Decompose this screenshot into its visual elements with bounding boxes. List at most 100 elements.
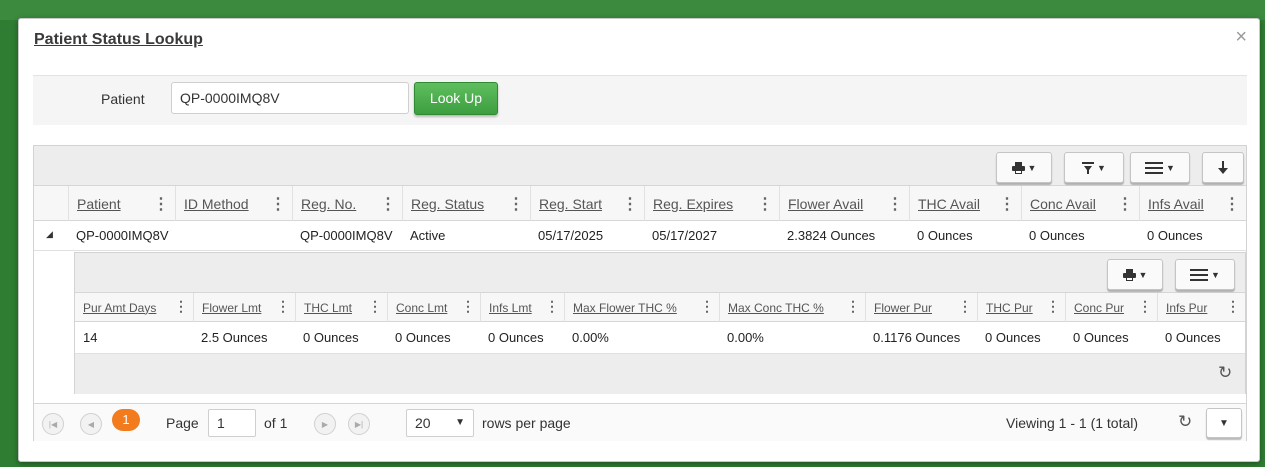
print-button[interactable]: ▼ — [996, 152, 1052, 183]
column-header-max-conc-thc[interactable]: Max Conc THC % ⋮ — [719, 293, 865, 322]
column-header-infs-lmt[interactable]: Infs Lmt ⋮ — [480, 293, 564, 322]
cell-reg-no: QP-0000IMQ8V — [300, 228, 393, 243]
cell-max-flower-thc: 0.00% — [572, 330, 609, 345]
look-up-button[interactable]: Look Up — [414, 82, 498, 115]
cell-infs-avail: 0 Ounces — [1147, 228, 1203, 243]
subgrid-columns-menu-button[interactable]: ▼ — [1175, 259, 1235, 290]
refresh-icon[interactable]: ↻ — [1178, 412, 1192, 432]
column-header-infs-avail[interactable]: Infs Avail ⋮ — [1139, 186, 1246, 221]
column-menu-icon[interactable]: ⋮ — [622, 194, 638, 214]
cell-max-conc-thc: 0.00% — [727, 330, 764, 345]
column-menu-icon[interactable]: ⋮ — [276, 298, 290, 315]
column-menu-icon[interactable]: ⋮ — [846, 298, 860, 315]
filter-button[interactable]: ▼ — [1064, 152, 1124, 183]
column-header-pur-amt-days[interactable]: Pur Amt Days ⋮ — [75, 293, 193, 322]
column-header-max-flower-thc[interactable]: Max Flower THC % ⋮ — [564, 293, 719, 322]
filter-icon — [1082, 161, 1095, 174]
cell-flower-lmt: 2.5 Ounces — [201, 330, 268, 345]
collapse-row-icon[interactable]: ◢ — [46, 229, 53, 240]
column-menu-icon[interactable]: ⋮ — [1117, 194, 1133, 214]
column-menu-icon[interactable]: ⋮ — [508, 194, 524, 214]
column-menu-icon[interactable]: ⋮ — [380, 194, 396, 214]
cell-reg-start: 05/17/2025 — [538, 228, 604, 243]
column-header-conc-avail[interactable]: Conc Avail ⋮ — [1021, 186, 1139, 221]
background-app-strip — [0, 0, 1265, 20]
column-header-reg-expires[interactable]: Reg. Expires ⋮ — [644, 186, 779, 221]
column-header-reg-no[interactable]: Reg. No. ⋮ — [292, 186, 402, 221]
column-menu-icon[interactable]: ⋮ — [1226, 298, 1240, 315]
download-icon — [1218, 161, 1228, 174]
table-row[interactable]: ◢ QP-0000IMQ8V QP-0000IMQ8V Active 05/17… — [34, 221, 1246, 251]
subgrid-header-row: Pur Amt Days ⋮ Flower Lmt ⋮ THC Lmt ⋮ Conc … — [75, 293, 1245, 322]
column-header-flower-lmt[interactable]: Flower Lmt ⋮ — [193, 293, 295, 322]
column-menu-icon[interactable]: ⋮ — [270, 194, 286, 214]
column-menu-icon[interactable]: ⋮ — [1046, 298, 1060, 315]
subgrid-print-button[interactable]: ▼ — [1107, 259, 1163, 290]
dialog-title: Patient Status Lookup — [34, 31, 203, 48]
column-header-id-method[interactable]: ID Method ⋮ — [175, 186, 292, 221]
chevron-down-icon: ▼ — [1027, 162, 1037, 173]
first-page-icon[interactable]: |◀ — [42, 413, 64, 435]
column-menu-icon[interactable]: ⋮ — [887, 194, 903, 214]
column-menu-icon[interactable]: ⋮ — [999, 194, 1015, 214]
previous-page-icon[interactable]: ◀ — [80, 413, 102, 435]
column-menu-icon[interactable]: ⋮ — [958, 298, 972, 315]
subgrid-footer: ↻ — [75, 354, 1245, 394]
column-header-flower-avail[interactable]: Flower Avail ⋮ — [779, 186, 909, 221]
column-header-flower-pur[interactable]: Flower Pur ⋮ — [865, 293, 977, 322]
viewing-count-text: Viewing 1 - 1 (1 total) — [1006, 415, 1139, 431]
page-number-input[interactable]: 1 — [208, 409, 256, 437]
close-icon[interactable]: × — [1235, 27, 1247, 47]
cell-thc-lmt: 0 Ounces — [303, 330, 359, 345]
printer-icon — [1011, 161, 1025, 174]
column-header-thc-lmt[interactable]: THC Lmt ⋮ — [295, 293, 387, 322]
column-header-thc-pur[interactable]: THC Pur ⋮ — [977, 293, 1065, 322]
column-menu-icon[interactable]: ⋮ — [700, 298, 714, 315]
column-menu-icon[interactable]: ⋮ — [1224, 194, 1240, 214]
column-menu-icon[interactable]: ⋮ — [174, 298, 188, 315]
column-header-patient[interactable]: Patient ⋮ — [68, 186, 175, 221]
column-header-conc-pur[interactable]: Conc Pur ⋮ — [1065, 293, 1157, 322]
columns-menu-icon — [1190, 268, 1209, 281]
column-menu-icon[interactable]: ⋮ — [757, 194, 773, 214]
cell-id-method — [175, 221, 183, 251]
chevron-down-icon: ▼ — [1138, 269, 1148, 280]
cell-infs-lmt: 0 Ounces — [488, 330, 544, 345]
table-row[interactable]: 14 2.5 Ounces 0 Ounces 0 Ounces 0 Ounces… — [75, 322, 1245, 354]
cell-pur-amt-days: 14 — [83, 330, 98, 345]
cell-thc-avail: 0 Ounces — [917, 228, 973, 243]
cell-conc-pur: 0 Ounces — [1073, 330, 1129, 345]
download-button[interactable] — [1202, 152, 1244, 183]
column-menu-icon[interactable]: ⋮ — [368, 298, 382, 315]
last-page-icon[interactable]: ▶| — [348, 413, 370, 435]
grid-header-row: Patient ⋮ ID Method ⋮ Reg. No. ⋮ Reg. Statu… — [34, 186, 1246, 221]
pagination-bar: |◀ ◀ 1 Page 1 of 1 ▶ ▶| 20 ▼ rows per pa… — [34, 403, 1246, 441]
column-header-conc-lmt[interactable]: Conc Lmt ⋮ — [387, 293, 480, 322]
column-menu-icon[interactable]: ⋮ — [1138, 298, 1152, 315]
column-header-reg-start[interactable]: Reg. Start ⋮ — [530, 186, 644, 221]
cell-infs-pur: 0 Ounces — [1165, 330, 1221, 345]
limits-subgrid: ▼ ▼ Pur Amt Days ⋮ Flower Lmt ⋮ THC Lmt ⋮ C… — [74, 252, 1246, 394]
column-menu-icon[interactable]: ⋮ — [545, 298, 559, 315]
rows-per-page-select[interactable]: 20 ▼ — [406, 409, 474, 437]
chevron-down-icon: ▼ — [1219, 417, 1229, 429]
patient-label: Patient — [101, 91, 145, 107]
cell-reg-status: Active — [410, 228, 446, 243]
column-header-infs-pur[interactable]: Infs Pur ⋮ — [1157, 293, 1245, 322]
column-header-reg-status[interactable]: Reg. Status ⋮ — [402, 186, 530, 221]
column-menu-icon[interactable]: ⋮ — [461, 298, 475, 315]
next-page-icon[interactable]: ▶ — [314, 413, 336, 435]
cell-conc-lmt: 0 Ounces — [395, 330, 451, 345]
patient-input[interactable] — [171, 82, 409, 114]
cell-patient: QP-0000IMQ8V — [76, 228, 169, 243]
cell-thc-pur: 0 Ounces — [985, 330, 1041, 345]
columns-menu-button[interactable]: ▼ — [1130, 152, 1190, 183]
refresh-icon[interactable]: ↻ — [1218, 363, 1232, 383]
column-menu-icon[interactable]: ⋮ — [153, 194, 169, 214]
pager-options-dropdown[interactable]: ▼ — [1206, 408, 1242, 438]
grid-toolbar: ▼ ▼ ▼ — [34, 146, 1246, 186]
subgrid-toolbar: ▼ ▼ — [75, 253, 1245, 293]
column-header-thc-avail[interactable]: THC Avail ⋮ — [909, 186, 1021, 221]
current-page-badge[interactable]: 1 — [112, 409, 140, 431]
chevron-down-icon: ▼ — [1166, 162, 1175, 173]
